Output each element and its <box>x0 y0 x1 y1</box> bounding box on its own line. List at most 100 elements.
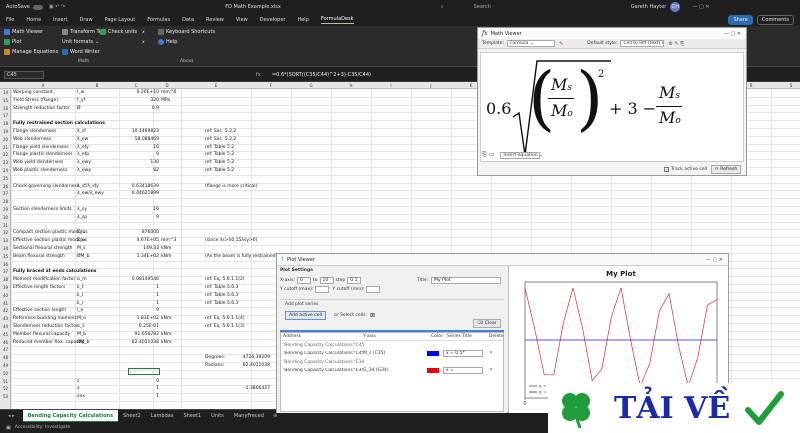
row-header[interactable]: 53 <box>0 394 11 399</box>
row-header[interactable]: 41 <box>0 301 11 306</box>
cell-b[interactable]: Z_c <box>77 230 85 235</box>
series-color-swatch[interactable] <box>427 368 439 373</box>
cell-a[interactable]: Reference buckling moment <box>13 316 76 321</box>
manage-equations-button[interactable]: Manage Equations <box>4 49 58 55</box>
column-header[interactable]: J <box>411 83 451 88</box>
menu-formuladesk[interactable]: FormulaDesk <box>320 16 354 24</box>
keyboard-shortcuts-button[interactable]: Keyboard Shortcuts <box>158 29 215 35</box>
cell-value[interactable]: 4726.39209 <box>230 355 270 360</box>
row-header[interactable]: 23 <box>0 160 11 165</box>
row-header[interactable]: 44 <box>0 324 11 329</box>
word-writer-button[interactable]: Word Writer <box>62 49 100 55</box>
cell-c[interactable]: 6.25E-01 <box>121 324 159 329</box>
cell-c[interactable]: 1 <box>121 394 159 399</box>
comments-button[interactable]: Comments <box>756 15 794 25</box>
row-header[interactable]: 28 <box>0 199 11 204</box>
series-row[interactable]: 'Bending Capacity Calculations'!C45 M_s … <box>283 350 501 357</box>
row-header[interactable]: 14 <box>0 90 11 95</box>
add-active-cell-button[interactable]: Add active cell <box>285 311 326 320</box>
series-row[interactable]: 'Bending Capacity Calculations'!E34 G_34… <box>283 367 501 374</box>
menu-review[interactable]: Review <box>206 17 224 23</box>
row-header[interactable]: 37 <box>0 269 11 274</box>
cell-c[interactable]: 58.088469 <box>121 137 159 142</box>
row-header[interactable]: 43 <box>0 316 11 321</box>
template-select[interactable]: Formula ⌄ <box>507 40 556 47</box>
cell-value[interactable]: 82.4011038 <box>230 363 270 368</box>
cell-e[interactable]: (since λs>λ0.15λsy>0) <box>205 238 257 243</box>
title-input[interactable]: My Plot <box>431 277 502 284</box>
avatar[interactable]: GH <box>670 2 681 12</box>
row-header[interactable]: 45 <box>0 332 11 337</box>
row-header[interactable]: 48 <box>0 355 11 360</box>
menu-page-layout[interactable]: Page Layout <box>105 17 136 23</box>
cell-e[interactable]: ref: Table 5.6.3 <box>205 293 238 298</box>
row-header[interactable]: 15 <box>0 98 11 103</box>
cell-e[interactable]: ref: Eq. 5.6.1.1(2) <box>205 277 245 282</box>
row-header[interactable]: 27 <box>0 191 11 196</box>
cell-c[interactable]: 0.9 <box>121 106 159 111</box>
cell-a[interactable]: Beam flexural strength <box>13 254 65 259</box>
cell-e[interactable]: (flange is more critical) <box>205 184 257 189</box>
cell-b[interactable]: x <box>77 386 80 391</box>
cell-c[interactable]: 9 <box>121 152 159 157</box>
cell-b[interactable]: M_b <box>77 332 86 337</box>
row-header[interactable]: 19 <box>0 129 11 134</box>
column-header[interactable]: I <box>371 83 411 88</box>
cell-c[interactable]: 16 <box>121 145 159 150</box>
cell-a[interactable]: Sectional flexural strength <box>13 246 72 251</box>
pen-icon[interactable]: ✎ <box>559 41 563 47</box>
cell-e[interactable]: ref: Sec. 5.2.2 <box>205 137 236 142</box>
cell-c[interactable]: 1 <box>121 301 159 306</box>
window-controls-icon[interactable]: — ▢ ✕ <box>706 257 723 263</box>
cell-a[interactable]: Effective section plastic modulus <box>13 238 87 243</box>
column-header[interactable]: A <box>11 83 75 88</box>
cell-b[interactable]: f_yf <box>77 98 85 103</box>
cell-c[interactable]: 149.33 <box>121 246 159 251</box>
select-cells-icon[interactable]: ⊠ <box>370 312 375 319</box>
math-viewer-button[interactable]: Math Viewer <box>4 29 43 35</box>
fx-icon[interactable]: fx <box>256 72 261 78</box>
row-header[interactable]: 16 <box>0 106 11 111</box>
row-header[interactable]: 51 <box>0 379 11 384</box>
cell-c[interactable]: 4.67E+05 <box>121 238 159 243</box>
insert-equation-select[interactable]: Insert equation ⌄ <box>500 151 543 159</box>
delete-icon[interactable]: ✕ <box>489 368 493 373</box>
save-icon[interactable]: ▣ ↶ ↷ <box>49 4 65 10</box>
cell-c[interactable]: 1.34E+02 <box>121 254 159 259</box>
x-icon-2[interactable]: 𝑥 <box>142 39 145 45</box>
row-header[interactable]: 22 <box>0 152 11 157</box>
cell-a[interactable]: Member flexural capacity <box>13 332 70 337</box>
cell-b[interactable]: k_t <box>77 285 84 290</box>
cell-d[interactable]: kNm <box>161 340 171 345</box>
cell-d[interactable]: mm^6 <box>161 90 176 95</box>
search-input[interactable]: Search <box>474 4 491 10</box>
row-header[interactable]: 49 <box>0 363 11 368</box>
row-header[interactable]: 46 <box>0 340 11 345</box>
sheet-tab[interactable]: Lambdas <box>146 410 179 422</box>
row-header[interactable]: 52 <box>0 386 11 391</box>
cell-a[interactable]: Web yield slenderness <box>13 160 63 165</box>
cell-a[interactable]: Effective section length <box>13 308 66 313</box>
column-header[interactable]: E <box>181 83 251 88</box>
window-controls-icon[interactable]: — ▢ ✕ <box>692 4 709 10</box>
column-header[interactable]: C <box>119 83 153 88</box>
cell-a[interactable]: Web slenderness <box>13 137 51 142</box>
cell-c[interactable]: 91.656782 <box>121 332 159 337</box>
menu-help[interactable]: Help <box>297 17 308 23</box>
delete-icon[interactable]: ✕ <box>489 351 493 356</box>
cell-c[interactable]: 0 <box>121 379 159 384</box>
autosave-toggle[interactable] <box>32 4 43 10</box>
cell-a[interactable]: Strength reduction factor <box>13 106 70 111</box>
row-header[interactable]: 31 <box>0 223 11 228</box>
sheet-tab[interactable]: Sheet1 <box>178 410 206 422</box>
cell-b[interactable]: I_w <box>77 90 84 95</box>
menu-draw[interactable]: Draw <box>79 17 92 23</box>
track-active-cell-checkbox[interactable]: ✓ <box>664 167 669 172</box>
cell-a[interactable]: Flange yield slenderness <box>13 145 69 150</box>
search-icon[interactable]: ⌕ <box>441 4 444 10</box>
row-header[interactable]: 34 <box>0 246 11 251</box>
step-input[interactable]: 0.1 <box>347 277 362 284</box>
menu-data[interactable]: Data <box>182 17 194 23</box>
cell-e[interactable]: ref: Table 5.2 <box>205 160 234 165</box>
cell-b[interactable]: k_r <box>77 301 84 306</box>
